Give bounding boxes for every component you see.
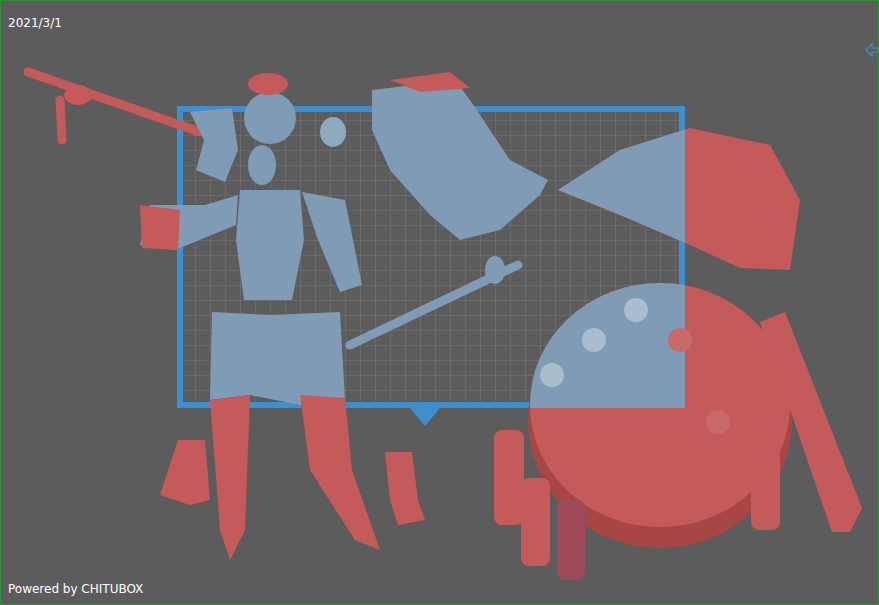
- scene-canvas[interactable]: [0, 0, 879, 605]
- peg-parts[interactable]: [494, 312, 862, 580]
- chitubox-viewport[interactable]: 2021/3/1 Powered by CHITUBOX: [0, 0, 879, 605]
- axe-model[interactable]: [28, 72, 238, 182]
- legs-model[interactable]: [160, 312, 425, 560]
- head-model[interactable]: [244, 73, 346, 147]
- view-toggle-icon[interactable]: [866, 44, 878, 56]
- date-label: 2021/3/1: [8, 16, 62, 30]
- cape-model[interactable]: [372, 72, 548, 240]
- powered-by-label: Powered by CHITUBOX: [8, 582, 143, 596]
- rock-model[interactable]: [558, 128, 800, 270]
